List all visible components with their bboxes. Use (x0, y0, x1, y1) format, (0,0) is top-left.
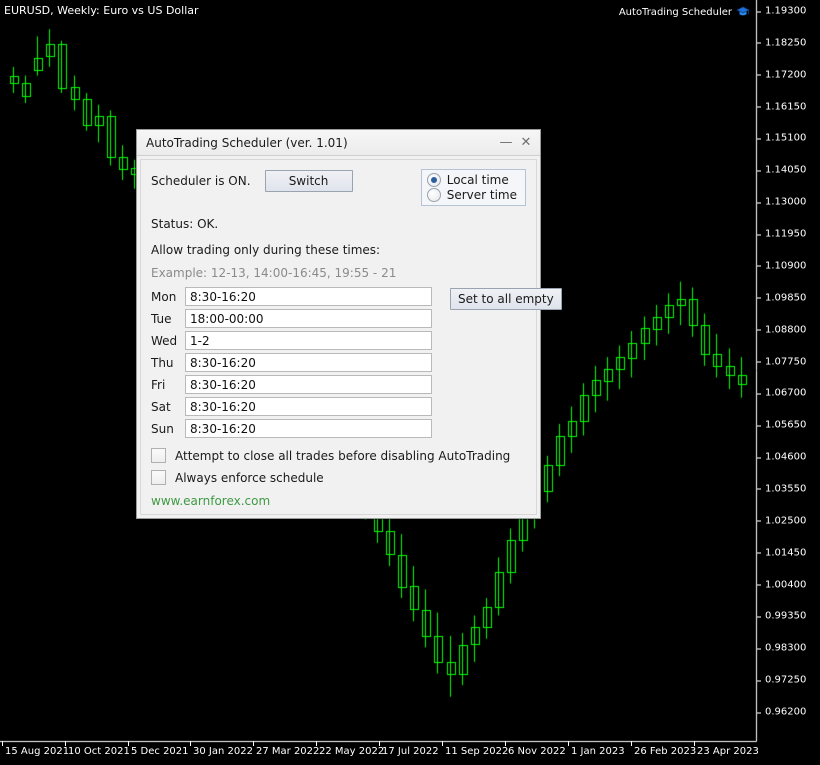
checkbox-row-1[interactable]: Always enforce schedule (151, 470, 526, 485)
day-schedule-list: Set to all empty MonTueWedThuFriSatSun (151, 287, 526, 438)
dialog-titlebar[interactable]: AutoTrading Scheduler (ver. 1.01) — ✕ (137, 130, 540, 156)
price-tick: 1.04600 (757, 452, 806, 463)
minimize-icon[interactable]: — (496, 133, 516, 153)
indicator-label-text: AutoTrading Scheduler (619, 7, 732, 18)
timebase-radio-group[interactable]: Local time Server time (421, 169, 526, 206)
date-tick: 10 Oct 2021 (65, 746, 130, 757)
status-label: Status: OK. (151, 217, 526, 231)
price-tick: 0.98300 (757, 643, 806, 654)
close-icon[interactable]: ✕ (516, 133, 536, 153)
day-input-tue[interactable] (185, 309, 432, 328)
price-tick: 1.03550 (757, 483, 806, 494)
price-tick: 0.96200 (757, 707, 806, 718)
price-tick: 1.09850 (757, 292, 806, 303)
date-tick: 5 Dec 2021 (128, 746, 189, 757)
price-tick: 1.13000 (757, 197, 806, 208)
indicator-name-label: AutoTrading Scheduler (619, 6, 750, 18)
day-label-thu: Thu (151, 356, 185, 370)
checkbox-mark-1[interactable] (151, 470, 166, 485)
scheduler-state-label: Scheduler is ON. (151, 169, 251, 188)
checkbox-label-0: Attempt to close all trades before disab… (175, 449, 510, 463)
price-tick: 1.11950 (757, 229, 806, 240)
set-to-all-empty-button[interactable]: Set to all empty (450, 288, 562, 310)
radio-local-time-label: Local time (447, 173, 509, 187)
allow-trading-label: Allow trading only during these times: (151, 243, 526, 257)
day-label-tue: Tue (151, 312, 185, 326)
date-tick: 23 Apr 2023 (694, 746, 759, 757)
price-tick: 1.07750 (757, 356, 806, 367)
day-row: Tue (151, 309, 526, 328)
date-tick: 17 Jul 2022 (379, 746, 439, 757)
radio-local-time[interactable]: Local time (427, 173, 517, 187)
day-input-sun[interactable] (185, 419, 432, 438)
price-tick: 1.16150 (757, 101, 806, 112)
day-row: Fri (151, 375, 526, 394)
checkbox-row-0[interactable]: Attempt to close all trades before disab… (151, 448, 526, 463)
price-tick: 1.01450 (757, 547, 806, 558)
radio-server-time[interactable]: Server time (427, 188, 517, 202)
price-tick: 1.14050 (757, 165, 806, 176)
price-tick: 1.17200 (757, 69, 806, 80)
checkbox-mark-0[interactable] (151, 448, 166, 463)
price-tick: 1.15100 (757, 133, 806, 144)
date-tick: 15 Aug 2021 (2, 746, 69, 757)
checkbox-label-1: Always enforce schedule (175, 471, 324, 485)
day-input-sat[interactable] (185, 397, 432, 416)
day-row: Wed (151, 331, 526, 350)
radio-server-time-label: Server time (447, 188, 517, 202)
date-tick: 30 Jan 2022 (190, 746, 253, 757)
dialog-title: AutoTrading Scheduler (ver. 1.01) (146, 136, 496, 150)
date-tick: 22 May 2022 (316, 746, 384, 757)
day-label-sun: Sun (151, 422, 185, 436)
price-tick: 1.19300 (757, 6, 806, 17)
switch-button[interactable]: Switch (265, 170, 353, 192)
day-row: Sat (151, 397, 526, 416)
price-tick: 1.10900 (757, 260, 806, 271)
price-tick: 1.18250 (757, 37, 806, 48)
day-label-sat: Sat (151, 400, 185, 414)
website-link[interactable]: www.earnforex.com (151, 494, 526, 508)
chart-symbol-label: EURUSD, Weekly: Euro vs US Dollar (4, 4, 199, 17)
day-input-mon[interactable] (185, 287, 432, 306)
price-tick: 1.02500 (757, 515, 806, 526)
date-axis[interactable]: 15 Aug 202110 Oct 20215 Dec 202130 Jan 2… (0, 741, 757, 765)
date-tick: 27 Mar 2022 (253, 746, 319, 757)
example-hint: Example: 12-13, 14:00-16:45, 19:55 - 21 (151, 266, 526, 280)
price-tick: 1.06700 (757, 388, 806, 399)
day-input-wed[interactable] (185, 331, 432, 350)
date-tick: 6 Nov 2022 (505, 746, 566, 757)
price-axis[interactable]: 1.19300 1.18250 1.17200 1.16150 1.15100 1.140… (757, 0, 820, 740)
dialog-body: Scheduler is ON. Switch Local time Serve… (140, 159, 537, 515)
day-input-fri[interactable] (185, 375, 432, 394)
day-row: Thu (151, 353, 526, 372)
price-tick: 1.05650 (757, 420, 806, 431)
day-label-mon: Mon (151, 290, 185, 304)
date-tick: 26 Feb 2023 (631, 746, 696, 757)
autotrading-scheduler-dialog[interactable]: AutoTrading Scheduler (ver. 1.01) — ✕ Sc… (136, 129, 541, 519)
day-input-thu[interactable] (185, 353, 432, 372)
price-tick: 0.97250 (757, 675, 806, 686)
scheduler-status-row: Scheduler is ON. Switch Local time Serve… (151, 169, 526, 206)
day-label-wed: Wed (151, 334, 185, 348)
day-label-fri: Fri (151, 378, 185, 392)
options-checkbox-list: Attempt to close all trades before disab… (151, 448, 526, 485)
radio-server-time-mark[interactable] (427, 188, 441, 202)
graduation-cap-icon (736, 6, 750, 18)
day-row: Sun (151, 419, 526, 438)
price-tick: 0.99350 (757, 611, 806, 622)
date-tick: 1 Jan 2023 (568, 746, 625, 757)
radio-local-time-mark[interactable] (427, 173, 441, 187)
date-tick: 11 Sep 2022 (442, 746, 508, 757)
price-tick: 1.08800 (757, 324, 806, 335)
price-tick: 1.00400 (757, 579, 806, 590)
